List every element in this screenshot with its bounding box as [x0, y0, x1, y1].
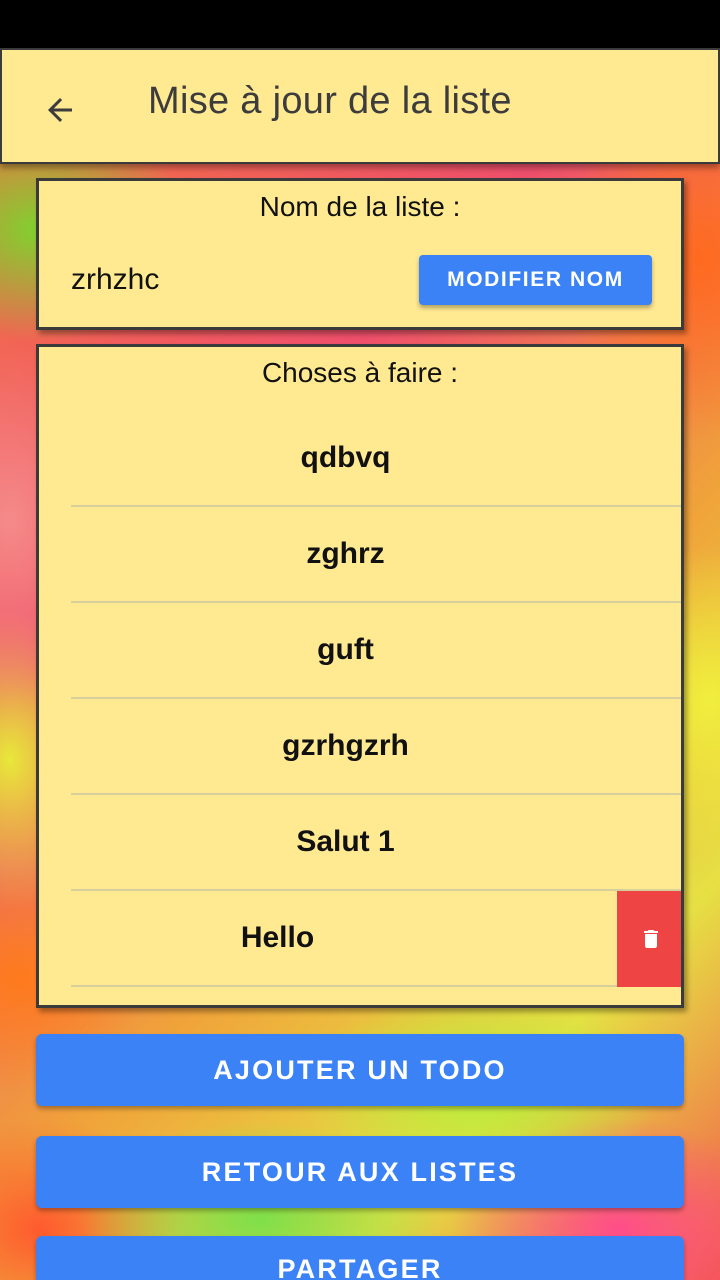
todo-item-label: qdbvq — [300, 441, 391, 474]
todos-heading: Choses à faire : — [261, 357, 459, 388]
share-button[interactable]: PARTAGER — [36, 1236, 684, 1280]
back-to-lists-button[interactable]: RETOUR AUX LISTES — [36, 1136, 684, 1208]
todo-item-label: guft — [317, 633, 374, 666]
todo-item[interactable]: guft — [71, 603, 681, 699]
todo-item[interactable]: zghrz — [71, 507, 681, 603]
todo-item-label: Hello — [240, 921, 315, 954]
list-name-card: Nom de la liste : zrhzhc MODIFIER NOM — [36, 178, 684, 330]
app-bar: Mise à jour de la liste — [0, 48, 720, 164]
page-title: Mise à jour de la liste — [148, 80, 512, 122]
delete-todo-button[interactable] — [617, 891, 681, 987]
modify-name-button[interactable]: MODIFIER NOM — [419, 255, 652, 305]
todo-item[interactable]: qdbvq — [71, 411, 681, 507]
todo-item-label: zghrz — [306, 537, 385, 570]
todos-card: Choses à faire : qdbvq zghrz guft gzrhgz… — [36, 344, 684, 1008]
todo-list: qdbvq zghrz guft gzrhgzrh Salut 1 Hello — [71, 411, 681, 987]
back-button[interactable] — [32, 82, 88, 138]
status-bar — [0, 0, 720, 48]
todo-item-label: gzrhgzrh — [282, 729, 409, 762]
todo-item[interactable]: Salut 1 — [71, 795, 681, 891]
todo-item-label: Salut 1 — [296, 825, 395, 858]
list-name-heading: Nom de la liste : — [259, 191, 461, 222]
todo-item-swiped[interactable]: Hello — [71, 891, 681, 987]
list-name-value: zrhzhc — [71, 263, 160, 296]
add-todo-button[interactable]: AJOUTER UN TODO — [36, 1034, 684, 1106]
arrow-left-icon — [48, 98, 72, 122]
todo-item[interactable]: gzrhgzrh — [71, 699, 681, 795]
trash-icon — [643, 930, 658, 948]
